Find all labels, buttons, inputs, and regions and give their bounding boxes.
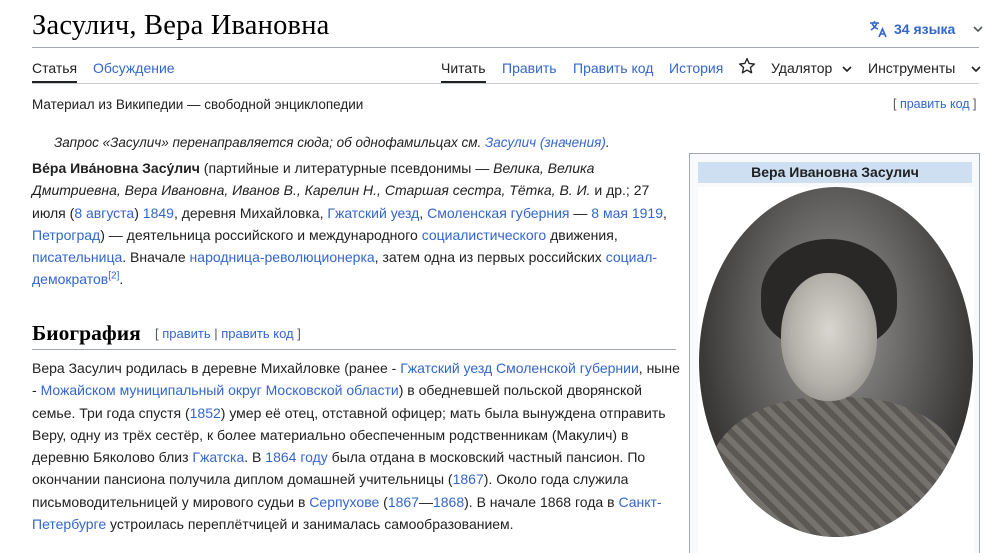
watch-star-icon[interactable] <box>738 57 756 78</box>
link-gzhatsk-uezd[interactable]: Гжатский уезд <box>327 205 419 221</box>
language-selector[interactable]: 34 языка <box>868 19 990 39</box>
tabs-divider <box>32 83 979 84</box>
section-edit-link[interactable]: править <box>162 326 210 341</box>
tools-menu-label: Инструменты <box>868 60 956 76</box>
site-subtitle: Материал из Википедии — свободной энцикл… <box>32 97 364 112</box>
text: ). В начале 1868 года в <box>464 493 619 510</box>
link-petrograd[interactable]: Петроград <box>32 227 100 243</box>
text: ( <box>379 493 388 510</box>
page-title: Засулич, Вера Ивановна <box>32 10 330 41</box>
link-1852[interactable]: 1852 <box>190 405 221 421</box>
remove-menu[interactable]: Удалятор <box>771 60 853 76</box>
section-heading: Биография <box>32 321 141 345</box>
link-1868[interactable]: 1868 <box>433 494 464 510</box>
edit-code-section: [ править код ] <box>893 97 977 111</box>
bracket-close: ] <box>293 326 301 341</box>
chevron-down-icon <box>973 26 983 33</box>
lead-paragraph: Ве́ра Ива́новна Засу́лич (партийные и ли… <box>32 157 668 291</box>
title-divider <box>32 47 979 48</box>
chevron-down-icon <box>842 66 852 73</box>
hatnote: Запрос «Засулич» перенаправляется сюда; … <box>54 135 610 150</box>
link-1864[interactable]: 1864 году <box>265 449 327 465</box>
link-writer[interactable]: писательница <box>32 249 122 265</box>
link-gzhatsk[interactable]: Гжатска <box>192 449 244 465</box>
link-1849[interactable]: 1849 <box>143 205 174 221</box>
section-divider <box>32 349 676 350</box>
text: движения, <box>546 226 618 243</box>
text: , затем одна из первых российских <box>374 249 606 266</box>
link-serpukhov[interactable]: Серпухове <box>309 494 379 510</box>
tab-article[interactable]: Статья <box>32 60 78 83</box>
translate-icon <box>870 21 887 38</box>
portrait-oval <box>699 187 973 537</box>
link-aug8[interactable]: 8 августа <box>74 205 134 221</box>
link-mozhaysk[interactable]: Можайском муниципальный округ Московской… <box>41 382 399 398</box>
link-narodnitsa[interactable]: народница-революционерка <box>190 249 375 265</box>
portrait-clothing <box>709 397 963 537</box>
text: устроилась переплётчицей и занималась са… <box>106 516 514 533</box>
section-edit-code-link[interactable]: править код <box>221 326 293 341</box>
portrait-face <box>781 273 877 401</box>
separator: | <box>210 326 222 341</box>
text: (партийные и литературные псевдонимы — <box>199 160 494 176</box>
remove-menu-label: Удалятор <box>771 60 833 76</box>
text: — <box>418 493 433 510</box>
link-smolensk[interactable]: Смоленская губерния <box>427 205 569 221</box>
tab-edit[interactable]: Править <box>502 60 557 76</box>
languages-label: 34 языка <box>894 21 956 37</box>
reference-link[interactable]: [2] <box>108 271 119 282</box>
text: . Вначале <box>122 249 190 266</box>
infobox-title: Вера Ивановна Засулич <box>698 162 972 183</box>
text: Вера Засулич родилась в деревне Михайлов… <box>32 360 401 376</box>
link-may8[interactable]: 8 мая <box>591 205 628 221</box>
hatnote-end: . <box>605 135 610 150</box>
link-1867-range[interactable]: 1867 <box>388 494 419 510</box>
tab-edit-source[interactable]: Править код <box>573 60 653 76</box>
subject-name: Ве́ра Ива́новна Засу́лич <box>32 160 200 176</box>
bracket-close: ] <box>969 97 977 111</box>
text: — <box>569 204 592 221</box>
biography-paragraph: Вера Засулич родилась в деревне Михайлов… <box>32 357 680 535</box>
tab-talk[interactable]: Обсуждение <box>93 60 175 76</box>
hatnote-text: Запрос «Засулич» перенаправляется сюда; … <box>54 135 486 150</box>
section-edit-links: [ править | править код ] <box>155 326 301 341</box>
tab-history[interactable]: История <box>669 60 723 76</box>
hatnote-link[interactable]: Засулич (значения) <box>485 135 606 150</box>
text: ) <box>134 204 143 221</box>
text: ) — деятельница российского и международ… <box>100 226 422 243</box>
text: . В <box>244 449 266 466</box>
text: , <box>419 204 428 221</box>
chevron-down-icon <box>971 66 981 73</box>
tab-read[interactable]: Читать <box>441 60 486 83</box>
link-1867[interactable]: 1867 <box>453 471 484 487</box>
portrait-image[interactable] <box>698 187 974 553</box>
text: . <box>119 271 124 288</box>
bracket-open: [ <box>893 97 900 111</box>
edit-code-link[interactable]: править код <box>900 97 970 111</box>
link-1919[interactable]: 1919 <box>632 205 663 221</box>
link-gzhatsk-smolensk[interactable]: Гжатский уезд Смоленской губернии <box>400 360 639 376</box>
infobox: Вера Ивановна Засулич <box>689 153 980 553</box>
text: , <box>663 204 667 221</box>
tools-menu[interactable]: Инструменты <box>868 60 982 76</box>
text: , деревня Михайловка, <box>173 204 328 221</box>
link-socialist[interactable]: социалистического <box>422 227 547 243</box>
